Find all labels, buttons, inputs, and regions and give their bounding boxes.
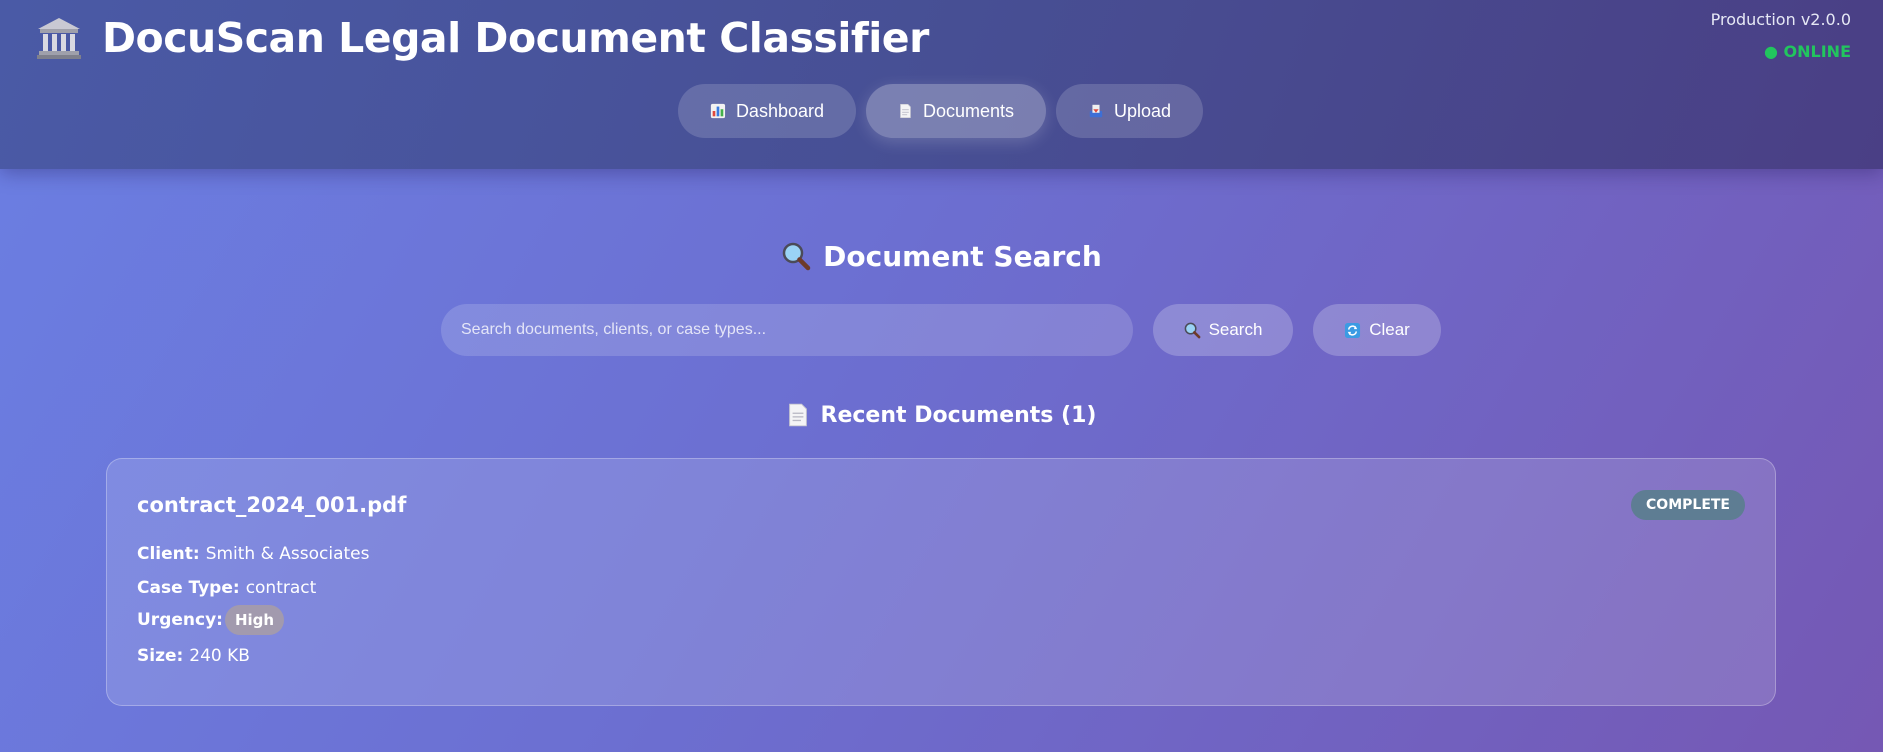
search-input[interactable] — [441, 304, 1133, 356]
search-bar: Search Clear — [441, 304, 1441, 356]
urgency-label: Urgency: — [137, 610, 223, 630]
urgency-field: Urgency: High — [137, 605, 285, 635]
main-nav: Dashboard Documents Upload — [678, 84, 1203, 138]
magnifier-icon — [782, 242, 811, 271]
clear-button[interactable]: Clear — [1313, 304, 1441, 356]
bank-icon — [37, 18, 81, 59]
clear-button-label: Clear — [1369, 320, 1410, 339]
client-field: Client: Smith & Associates — [137, 541, 369, 567]
search-section-title: Document Search — [0, 238, 1883, 274]
nav-upload-label: Upload — [1113, 100, 1171, 121]
status-indicator: ● ONLINE — [1764, 42, 1851, 61]
nav-dashboard-label: Dashboard — [735, 100, 824, 121]
nav-dashboard-button[interactable]: Dashboard — [678, 84, 856, 138]
refresh-icon — [1345, 322, 1361, 338]
inbox-tray-icon — [1089, 104, 1103, 118]
search-title-text: Document Search — [823, 239, 1102, 273]
app-title: DocuScan Legal Document Classifier — [102, 14, 929, 62]
urgency-badge: High — [224, 605, 285, 635]
bar-chart-icon — [710, 103, 726, 119]
nav-upload-button[interactable]: Upload — [1056, 84, 1203, 138]
environment-version: Production v2.0.0 — [1710, 10, 1851, 29]
brand: DocuScan Legal Document Classifier — [36, 12, 929, 64]
case-type-value: contract — [245, 578, 317, 598]
nav-documents-button[interactable]: Documents — [866, 84, 1046, 138]
case-type-label: Case Type: — [137, 578, 240, 598]
case-type-field: Case Type: contract — [137, 575, 316, 601]
size-value: 240 KB — [189, 646, 250, 666]
client-label: Client: — [137, 544, 200, 564]
recent-documents-title: Recent Documents (1) — [0, 400, 1883, 430]
page-icon — [788, 403, 807, 427]
recent-title-text: Recent Documents (1) — [820, 402, 1097, 428]
nav-documents-label: Documents — [922, 100, 1014, 121]
magnifier-icon — [1184, 322, 1200, 338]
app-header: DocuScan Legal Document Classifier Produ… — [0, 0, 1883, 169]
size-field: Size: 240 KB — [137, 643, 250, 669]
document-card[interactable]: contract_2024_001.pdf COMPLETE Client: S… — [106, 458, 1776, 706]
size-label: Size: — [137, 646, 184, 666]
search-button[interactable]: Search — [1153, 304, 1293, 356]
document-name: contract_2024_001.pdf — [137, 493, 407, 517]
search-button-label: Search — [1208, 320, 1263, 339]
status-badge: COMPLETE — [1631, 490, 1745, 520]
client-value: Smith & Associates — [205, 544, 370, 564]
page-icon — [900, 104, 911, 118]
